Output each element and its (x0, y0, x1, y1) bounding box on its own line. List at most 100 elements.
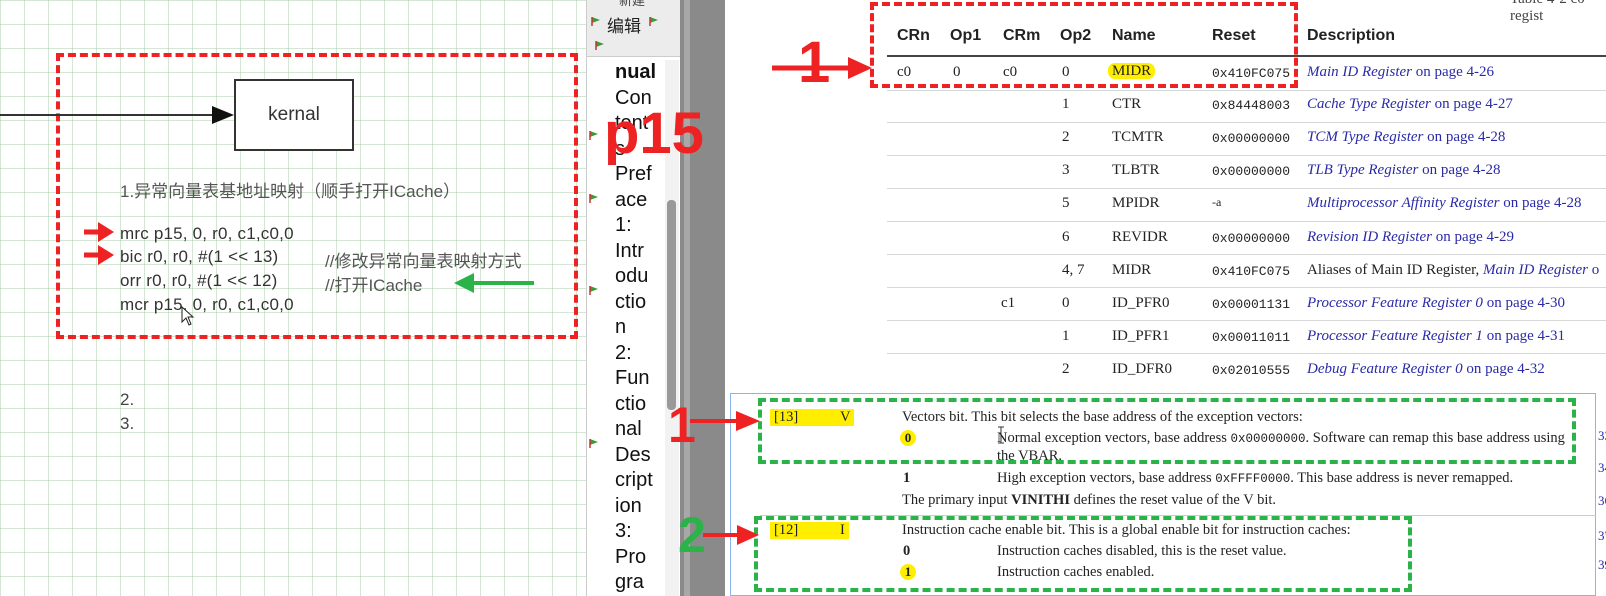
toc-line[interactable]: ctio (615, 392, 665, 418)
step3-label: 3. (120, 414, 135, 433)
bit-13-reset-note: The primary input VINITHI defines the re… (902, 492, 1276, 509)
cell-reset: -a (1212, 195, 1222, 209)
cell-reset: 0x00000000 (1212, 164, 1291, 179)
v1-code: 0xFFFF0000 (1215, 472, 1291, 486)
comment-open-icache: //打开ICache (325, 276, 423, 295)
cell-description: TLB Type Register on page 4-28 (1307, 162, 1500, 179)
edge-page-number[interactable]: 36 (1598, 493, 1606, 509)
doc-link-page[interactable]: on page 4-28 (1499, 195, 1581, 211)
green-dashed-frame-v-bit (758, 398, 1576, 464)
code-line-1: mrc p15, 0, r0, c1,c0,0 (120, 224, 294, 243)
kernal-box[interactable]: kernal (234, 79, 354, 151)
doc-link[interactable]: Processor Feature Register 0 (1307, 295, 1483, 311)
mouse-cursor-icon (181, 306, 195, 326)
doc-link-page[interactable]: on page 4-28 (1418, 162, 1500, 178)
cell-name: ID_PFR1 (1112, 328, 1170, 344)
bookmark-flag-icon[interactable] (589, 285, 599, 295)
reset-note-b: VINITHI (1011, 492, 1070, 508)
row-rule (887, 188, 1606, 189)
toc-item-manual[interactable]: nual (615, 60, 665, 86)
cell-op2: 4, 7 (1062, 262, 1085, 278)
edge-page-number[interactable]: 37 (1598, 528, 1606, 544)
red-arrow-icon (84, 222, 114, 242)
toc-line[interactable]: 3: (615, 519, 665, 545)
row-rule (887, 353, 1606, 354)
bit-13-val1: 1 (903, 470, 911, 486)
doc-link-page[interactable]: on page 4-26 (1412, 64, 1494, 80)
toc-line[interactable]: 1: (615, 213, 665, 239)
cell-description: Revision ID Register on page 4-29 (1307, 229, 1514, 246)
doc-link-page[interactable]: on page 4-31 (1483, 328, 1565, 344)
toc-line[interactable]: n (615, 315, 665, 341)
toc-line[interactable]: Des (615, 443, 665, 469)
edge-page-number[interactable]: 33 (1598, 428, 1606, 444)
cell-op2: 0 (1062, 295, 1070, 311)
toc-line[interactable]: Intr (615, 239, 665, 265)
code-line-4: mcr p15, 0, r0, c1,c0,0 (120, 295, 294, 314)
red-arrow-icon (703, 525, 759, 545)
col-header-description: Description (1307, 27, 1396, 44)
toc-sidebar: 新建 编辑 nual Con tent s Pref ace 1: Intr o… (586, 0, 681, 596)
whiteboard-canvas[interactable]: kernal 1.异常向量表基地址映射（顺手打开ICache） mrc p15,… (0, 0, 586, 596)
sidebar-toolbar: 新建 编辑 (587, 0, 681, 57)
cell-op2: 3 (1062, 162, 1070, 178)
cell-op2: 1 (1062, 96, 1070, 112)
doc-link-page[interactable]: on page 4-27 (1431, 96, 1513, 112)
doc-link[interactable]: TLB Type Register (1307, 162, 1418, 178)
toc-line[interactable]: odu (615, 264, 665, 290)
cell-description: Main ID Register on page 4-26 (1307, 64, 1494, 81)
doc-link[interactable]: Cache Type Register (1307, 96, 1431, 112)
sidebar-scrollbar-thumb[interactable] (667, 200, 676, 410)
bookmark-flag-icon[interactable] (589, 193, 599, 203)
doc-link-page[interactable]: on page 4-28 (1423, 129, 1505, 145)
code-line-3: orr r0, r0, #(1 << 12) (120, 271, 278, 290)
cell-reset: 0x84448003 (1212, 98, 1291, 113)
red-dashed-frame (870, 2, 1298, 88)
bookmark-flag-icon[interactable] (649, 16, 659, 26)
doc-link-page[interactable]: o (1588, 262, 1600, 278)
row-rule (887, 320, 1606, 321)
comment-vector-remap: //修改异常向量表映射方式 (325, 252, 522, 271)
toc-line[interactable]: gra (615, 570, 665, 596)
toc-line[interactable]: Pro (615, 545, 665, 571)
cell-reset: 0x410FC075 (1212, 264, 1291, 279)
bookmark-flag-icon[interactable] (589, 438, 599, 448)
toc-line[interactable]: nal (615, 417, 665, 443)
doc-link[interactable]: Revision ID Register (1307, 229, 1432, 245)
bookmark-flag-icon[interactable] (589, 130, 599, 140)
code-line-2: bic r0, r0, #(1 << 13) (120, 247, 279, 266)
bookmark-flag-icon[interactable] (591, 16, 601, 26)
doc-link[interactable]: Processor Feature Register 1 (1307, 328, 1483, 344)
cell-name: TCMTR (1112, 129, 1164, 145)
cell-description: Aliases of Main ID Register, Main ID Reg… (1307, 262, 1599, 279)
row-rule (887, 254, 1606, 255)
red-arrow-icon (690, 411, 760, 431)
cell-description: Debug Feature Register 0 on page 4-32 (1307, 361, 1545, 378)
row-rule (887, 155, 1606, 156)
cell-reset: 0x02010555 (1212, 363, 1291, 378)
cell-description: Multiprocessor Affinity Register on page… (1307, 195, 1582, 212)
bookmark-flag-icon[interactable] (595, 40, 605, 50)
doc-link[interactable]: Debug Feature Register 0 (1307, 361, 1463, 377)
cell-reset: 0x00001131 (1212, 297, 1291, 312)
doc-link-page[interactable]: on page 4-30 (1483, 295, 1565, 311)
doc-link[interactable]: TCM Type Register (1307, 129, 1423, 145)
toc-line[interactable]: 2: (615, 341, 665, 367)
toc-line[interactable]: Fun (615, 366, 665, 392)
doc-link[interactable]: Main ID Register (1483, 262, 1588, 278)
toc-line[interactable]: cript (615, 468, 665, 494)
edit-button[interactable]: 编辑 (607, 12, 641, 37)
doc-link[interactable]: Multiprocessor Affinity Register (1307, 195, 1499, 211)
reset-note-a: The primary input (902, 492, 1012, 508)
edge-page-number[interactable]: 34 (1598, 460, 1606, 476)
doc-text: Aliases of Main ID Register, (1307, 262, 1484, 278)
doc-link[interactable]: Main ID Register (1307, 64, 1412, 80)
edge-page-number[interactable]: 39 (1598, 557, 1606, 573)
red-arrow-icon (772, 57, 872, 79)
doc-link-page[interactable]: on page 4-29 (1432, 229, 1514, 245)
cell-name: ID_DFR0 (1112, 361, 1173, 377)
toc-line[interactable]: ace (615, 188, 665, 214)
toc-line[interactable]: ion (615, 494, 665, 520)
toc-line[interactable]: ctio (615, 290, 665, 316)
doc-link-page[interactable]: on page 4-32 (1463, 361, 1544, 377)
